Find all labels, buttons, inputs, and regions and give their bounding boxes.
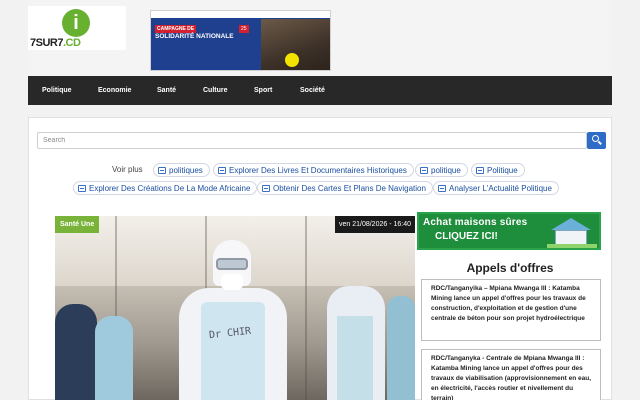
health-worker-figure	[55, 304, 97, 400]
banner-tag: CAMPAGNE DE	[155, 25, 197, 33]
logo-mark: i	[62, 9, 90, 37]
related-link[interactable]: Explorer Des Livres Et Documentaires His…	[213, 163, 414, 177]
tag-icon	[476, 167, 484, 174]
nav-item-culture[interactable]: Culture	[203, 76, 228, 105]
main-nav: Politique Economie Santé Culture Sport S…	[28, 76, 612, 105]
health-worker-figure	[387, 296, 415, 400]
offer-item[interactable]: RDC/Tanganyika – Mpiana Mwanga III : Kat…	[421, 279, 601, 341]
header-ad-banner[interactable]: CAMPAGNE DE SOLIDARITÉ NATIONALE 25	[150, 10, 331, 71]
related-link[interactable]: Analyser L'Actualité Politique	[433, 181, 559, 195]
related-link[interactable]: politique	[415, 163, 468, 177]
tag-icon	[78, 185, 86, 192]
nav-item-sport[interactable]: Sport	[254, 76, 272, 105]
related-label: Voir plus	[112, 165, 143, 174]
related-link[interactable]: Politique	[471, 163, 525, 177]
sidebar-ad-banner[interactable]: Achat maisons sûres CLIQUEZ ICI!	[417, 212, 601, 250]
related-link[interactable]: Obtenir Des Cartes Et Plans De Navigatio…	[257, 181, 433, 195]
related-link[interactable]: politiques	[153, 163, 210, 177]
content-panel: Voir plus politiques Explorer Des Livres…	[28, 117, 612, 400]
offer-title: RDC/Tanganyka - Centrale de Mpiana Mwang…	[431, 355, 592, 400]
search-button[interactable]	[587, 132, 606, 149]
banner-date: 25	[239, 25, 249, 33]
tag-icon	[438, 185, 446, 192]
tag-icon	[218, 167, 226, 174]
ad-headline: Achat maisons sûres	[423, 217, 528, 228]
logo-text: 7SUR7.CD	[30, 37, 81, 49]
banner-title: SOLIDARITÉ NATIONALE	[155, 33, 234, 40]
health-worker-main-figure: Dr CHIR	[173, 240, 293, 400]
featured-article-image[interactable]: Dr CHIR	[55, 216, 415, 400]
tag-icon	[158, 167, 166, 174]
section-title: Appels d'offres	[466, 261, 554, 275]
article-date: ven 21/08/2026 - 16:40	[335, 216, 415, 233]
tag-icon	[420, 167, 428, 174]
health-worker-figure	[95, 316, 133, 400]
banner-logos-strip	[151, 11, 330, 18]
nav-item-sante[interactable]: Santé	[157, 76, 176, 105]
offer-title: RDC/Tanganyika – Mpiana Mwanga III : Kat…	[431, 285, 586, 322]
ad-cta: CLIQUEZ ICI!	[435, 231, 498, 242]
nav-item-politique[interactable]: Politique	[42, 76, 72, 105]
search-input[interactable]	[37, 132, 587, 149]
tag-icon	[262, 185, 270, 192]
banner-ball-graphic	[285, 53, 299, 67]
category-badge[interactable]: Santé Une	[55, 216, 100, 233]
house-icon	[547, 218, 597, 248]
related-link[interactable]: Explorer Des Créations De La Mode Africa…	[73, 181, 258, 195]
nav-item-societe[interactable]: Société	[300, 76, 325, 105]
site-logo[interactable]: i 7SUR7.CD	[28, 6, 126, 50]
offer-item[interactable]: RDC/Tanganyka - Centrale de Mpiana Mwang…	[421, 349, 601, 400]
nav-item-economie[interactable]: Economie	[98, 76, 131, 105]
